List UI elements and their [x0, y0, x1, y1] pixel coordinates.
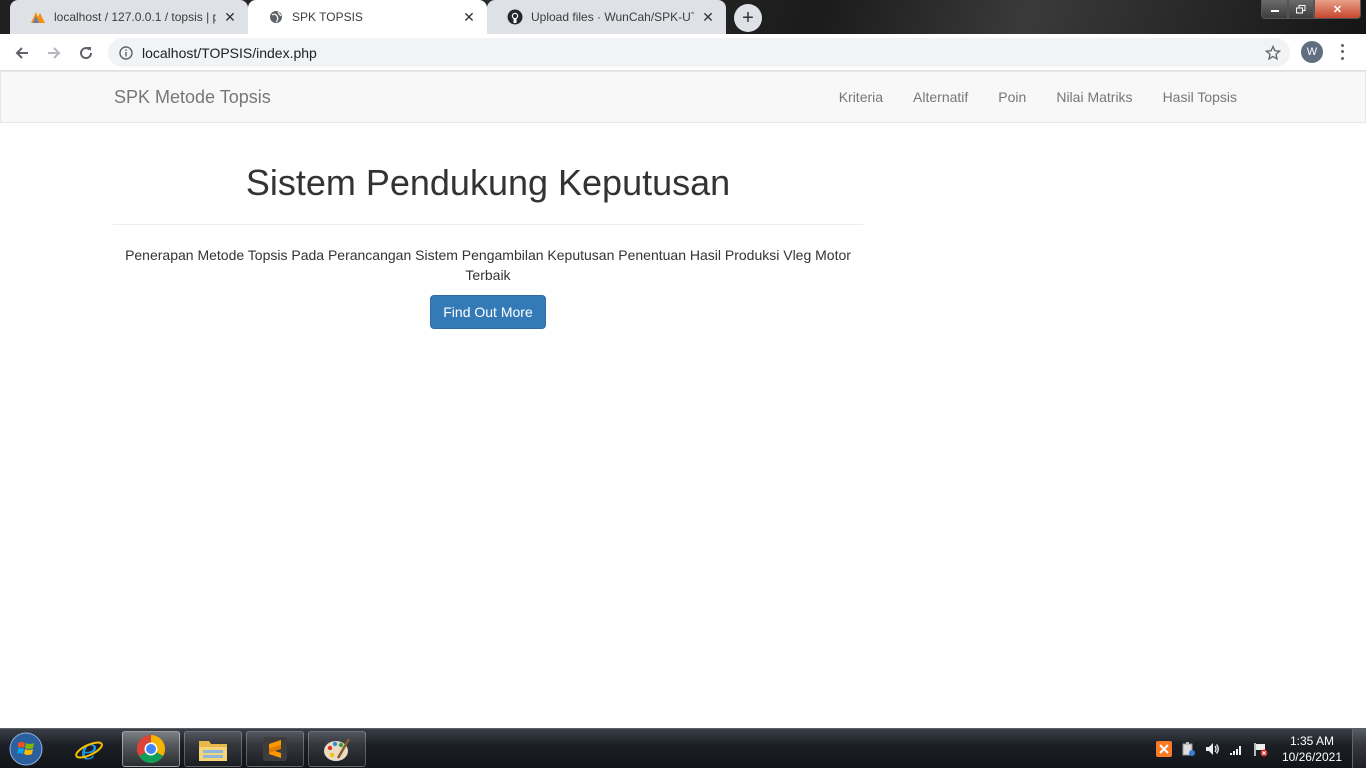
minimize-button[interactable]	[1261, 0, 1288, 19]
phpmyadmin-icon	[30, 9, 46, 25]
start-button[interactable]	[6, 731, 46, 767]
nav-link-alternatif[interactable]: Alternatif	[898, 72, 983, 122]
clock-time: 1:35 AM	[1289, 734, 1334, 748]
forward-button[interactable]	[41, 40, 67, 66]
system-tray: 1:35 AM 10/26/2021	[1152, 729, 1366, 768]
nav-link-nilai-matriks[interactable]: Nilai Matriks	[1041, 72, 1147, 122]
taskbar-internet-explorer[interactable]: e	[60, 731, 118, 767]
restore-icon	[1296, 4, 1306, 13]
plus-icon: +	[742, 6, 754, 29]
arrow-right-icon	[48, 47, 61, 59]
action-center-flag-icon[interactable]	[1250, 739, 1270, 759]
minimize-icon	[1270, 10, 1279, 12]
device-icon[interactable]	[1178, 739, 1198, 759]
find-out-more-button[interactable]: Find Out More	[430, 295, 546, 329]
windows-logo-icon	[9, 732, 43, 766]
clock-date: 10/26/2021	[1281, 750, 1342, 764]
back-button[interactable]	[9, 40, 35, 66]
taskbar-sublime-text[interactable]	[246, 731, 304, 767]
globe-icon	[268, 9, 284, 25]
window-controls: ✕	[1261, 0, 1361, 19]
navbar-links: Kriteria Alternatif Poin Nilai Matriks H…	[824, 72, 1252, 122]
svg-text:e: e	[81, 733, 98, 765]
tab-title: localhost / 127.0.0.1 / topsis | php	[54, 10, 216, 24]
tab-title: SPK TOPSIS	[292, 10, 363, 24]
divider	[113, 224, 863, 225]
taskbar-file-explorer[interactable]	[184, 731, 242, 767]
tab-title: Upload files · WunCah/SPK-UTS	[531, 10, 694, 24]
show-desktop-button[interactable]	[1352, 729, 1366, 768]
network-signal-icon[interactable]	[1226, 739, 1246, 759]
nav-link-kriteria[interactable]: Kriteria	[824, 72, 898, 122]
profile-avatar[interactable]: W	[1301, 41, 1323, 63]
arrow-left-icon	[15, 47, 28, 59]
internet-explorer-icon: e	[75, 733, 103, 765]
url-text: localhost/TOPSIS/index.php	[142, 44, 317, 61]
nav-link-hasil-topsis[interactable]: Hasil Topsis	[1148, 72, 1252, 122]
tab-phpmyadmin[interactable]: localhost / 127.0.0.1 / topsis | php ✕	[10, 0, 248, 34]
tab-strip: localhost / 127.0.0.1 / topsis | php ✕ S…	[0, 0, 1366, 34]
windows-taskbar: e 1:35 AM 10/26/2021	[0, 728, 1366, 768]
xampp-icon[interactable]	[1154, 739, 1174, 759]
bookmark-star-icon[interactable]	[1264, 44, 1282, 62]
taskbar-paint[interactable]	[308, 731, 366, 767]
nav-link-poin[interactable]: Poin	[983, 72, 1041, 122]
close-icon[interactable]: ✕	[700, 9, 716, 25]
reload-icon	[80, 47, 93, 60]
sublime-text-icon	[263, 737, 287, 761]
close-window-button[interactable]: ✕	[1314, 0, 1361, 19]
chrome-icon	[137, 735, 165, 763]
hero-description: Penerapan Metode Topsis Pada Perancangan…	[125, 247, 851, 283]
file-explorer-icon	[199, 741, 227, 761]
address-bar[interactable]: localhost/TOPSIS/index.php	[108, 38, 1290, 67]
browser-toolbar: localhost/TOPSIS/index.php W	[0, 34, 1366, 71]
site-navbar: SPK Metode Topsis Kriteria Alternatif Po…	[0, 71, 1366, 123]
clock[interactable]: 1:35 AM 10/26/2021	[1282, 733, 1342, 765]
reload-button[interactable]	[73, 40, 99, 66]
github-icon	[507, 9, 523, 25]
info-icon[interactable]	[118, 45, 134, 61]
hero-section: Sistem Pendukung Keputusan Penerapan Met…	[113, 123, 863, 329]
close-icon[interactable]: ✕	[461, 9, 477, 25]
page-title: Sistem Pendukung Keputusan	[245, 162, 731, 203]
close-icon[interactable]: ✕	[222, 9, 238, 25]
new-tab-button[interactable]: +	[734, 4, 762, 32]
maximize-button[interactable]	[1288, 0, 1314, 19]
paint-icon	[324, 738, 351, 761]
volume-icon[interactable]	[1202, 739, 1222, 759]
tab-github[interactable]: Upload files · WunCah/SPK-UTS ✕	[487, 0, 726, 34]
navbar-brand[interactable]: SPK Metode Topsis	[114, 87, 271, 108]
close-icon: ✕	[1332, 3, 1343, 16]
more-menu-icon[interactable]	[1336, 42, 1348, 62]
taskbar-chrome[interactable]	[122, 731, 180, 767]
tab-spk-topsis[interactable]: SPK TOPSIS ✕	[248, 0, 487, 34]
